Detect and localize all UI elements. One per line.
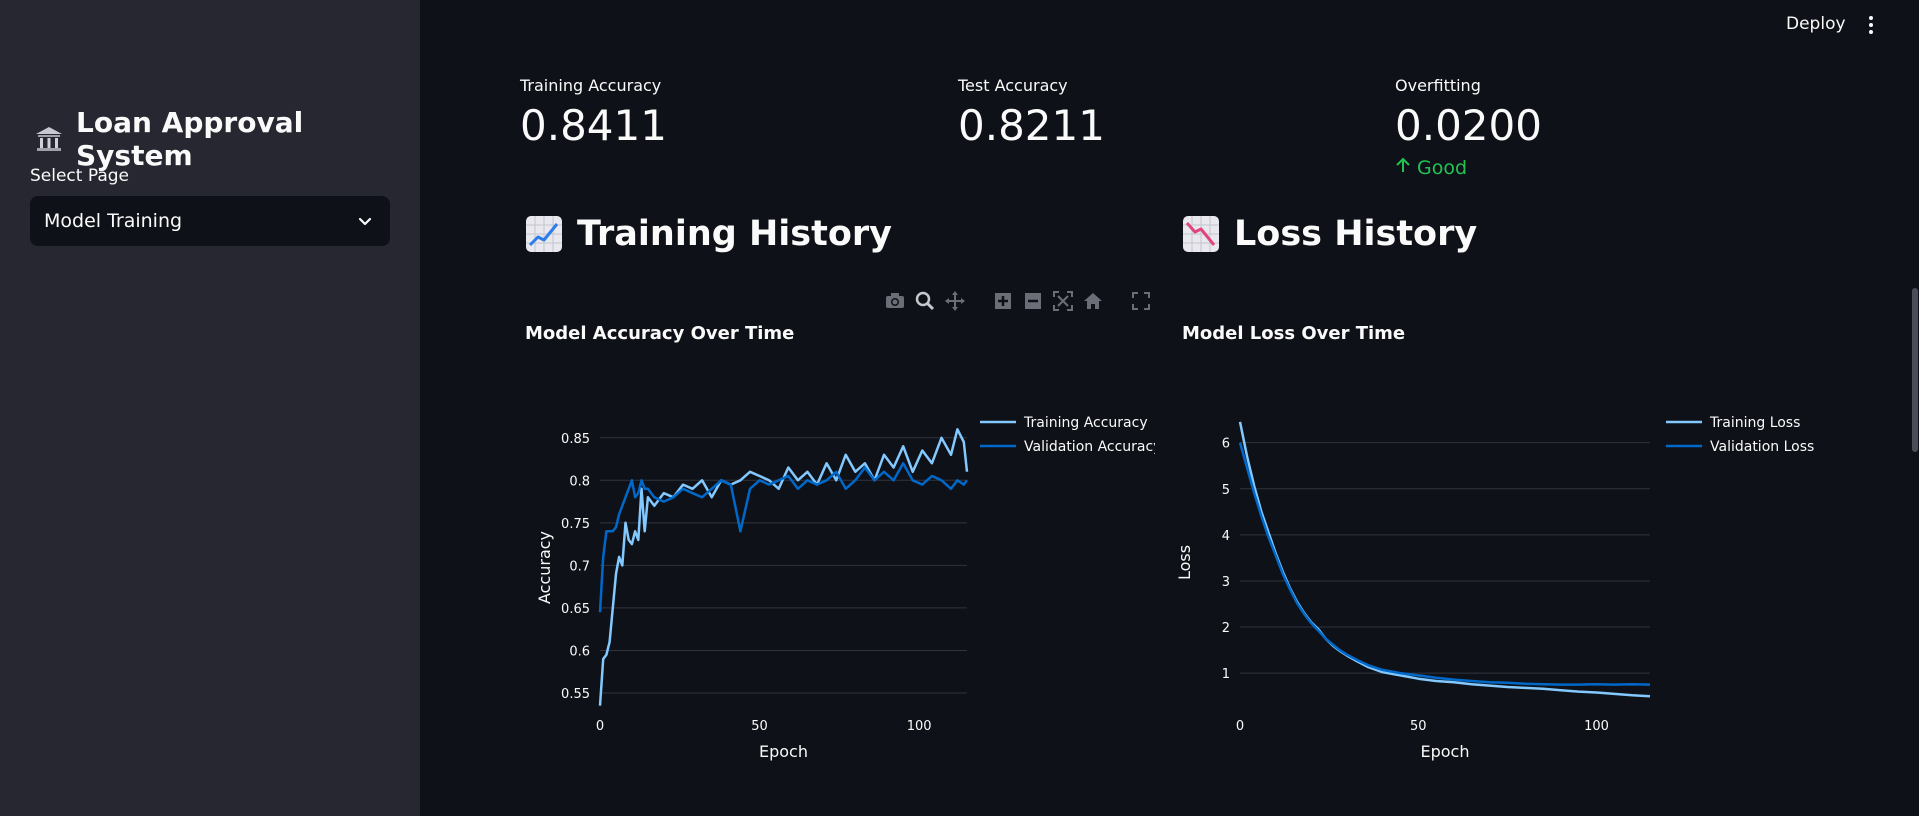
select-page-label: Select Page <box>30 166 130 186</box>
y-axis-label: Accuracy <box>535 531 554 604</box>
zoom-out-icon[interactable] <box>1022 290 1044 312</box>
chart-modebar <box>884 290 1152 312</box>
metric-training-accuracy: Training Accuracy 0.8411 <box>520 76 667 150</box>
series-line <box>1238 442 1651 686</box>
zoom-icon[interactable] <box>914 290 936 312</box>
legend-label: Validation Accuracy <box>1024 439 1155 455</box>
y-tick-label: 5 <box>1222 483 1230 498</box>
y-axis-label: Loss <box>1175 545 1194 580</box>
chart-decreasing-icon <box>1182 215 1220 253</box>
arrow-up-icon <box>1395 156 1411 179</box>
y-tick-label: 0.75 <box>561 517 590 532</box>
y-tick-label: 2 <box>1222 621 1230 636</box>
metric-label: Training Accuracy <box>520 76 662 95</box>
series-line <box>598 428 969 706</box>
pan-icon[interactable] <box>944 290 966 312</box>
series-line <box>1238 421 1651 698</box>
y-tick-label: 0.55 <box>561 687 590 702</box>
metric-label: Test Accuracy <box>958 76 1068 95</box>
y-tick-label: 0.85 <box>561 432 590 447</box>
scrollbar[interactable] <box>1912 288 1918 452</box>
y-tick-label: 0.65 <box>561 602 590 617</box>
app-title: Loan Approval System <box>34 106 420 172</box>
loss-chart[interactable]: 1 2 3 4 5 6 0 50 100 Epoch Loss Training Loss Valida… <box>1172 395 1872 810</box>
bank-icon <box>34 124 64 154</box>
autoscale-icon[interactable] <box>1052 290 1074 312</box>
y-tick-label: 6 <box>1222 437 1230 452</box>
y-tick-label: 0.7 <box>569 559 590 574</box>
metric-value: 0.0200 <box>1395 101 1542 150</box>
y-tick-label: 0.6 <box>569 644 590 659</box>
y-tick-label: 0.8 <box>569 474 590 489</box>
loss-chart-title: Model Loss Over Time <box>1182 323 1406 344</box>
chart-increasing-icon <box>525 215 563 253</box>
x-tick-label: 50 <box>751 719 768 734</box>
y-tick-label: 4 <box>1222 529 1230 544</box>
legend-label: Validation Loss <box>1710 439 1814 455</box>
fullscreen-icon[interactable] <box>1130 290 1152 312</box>
metric-label: Overfitting <box>1395 76 1481 95</box>
metric-delta: Good <box>1395 156 1542 179</box>
legend-label: Training Loss <box>1709 415 1800 431</box>
x-tick-label: 100 <box>907 719 932 734</box>
metric-test-accuracy: Test Accuracy 0.8211 <box>958 76 1105 150</box>
metric-value: 0.8411 <box>520 101 667 150</box>
metric-value: 0.8211 <box>958 101 1105 150</box>
zoom-in-icon[interactable] <box>992 290 1014 312</box>
chevron-down-icon <box>356 212 374 230</box>
series-line <box>598 462 969 613</box>
x-tick-label: 50 <box>1410 719 1427 734</box>
kebab-menu-icon[interactable] <box>1864 14 1878 36</box>
accuracy-chart[interactable]: 0.55 0.6 0.65 0.7 0.75 0.8 0.85 0 50 100 Epoch Accu… <box>515 395 1155 810</box>
x-tick-label: 0 <box>1236 719 1244 734</box>
metric-overfitting: Overfitting 0.0200 Good <box>1395 76 1542 179</box>
x-axis-label: Epoch <box>1421 742 1470 761</box>
page-select-value: Model Training <box>44 210 183 232</box>
camera-icon[interactable] <box>884 290 906 312</box>
deploy-button[interactable]: Deploy <box>1786 14 1846 34</box>
x-tick-label: 0 <box>596 719 604 734</box>
accuracy-chart-title: Model Accuracy Over Time <box>525 323 795 344</box>
training-history-heading: Training History <box>525 214 892 254</box>
y-tick-label: 1 <box>1222 667 1230 682</box>
metric-delta-text: Good <box>1417 156 1468 179</box>
training-history-title: Training History <box>577 214 892 254</box>
reset-home-icon[interactable] <box>1082 290 1104 312</box>
app-title-text: Loan Approval System <box>76 106 304 172</box>
loss-history-heading: Loss History <box>1182 214 1477 254</box>
sidebar: Loan Approval System Select Page Model T… <box>0 0 420 816</box>
x-tick-label: 100 <box>1584 719 1609 734</box>
x-axis-label: Epoch <box>759 742 808 761</box>
y-tick-label: 3 <box>1222 575 1230 590</box>
legend-label: Training Accuracy <box>1023 415 1148 431</box>
page-select[interactable]: Model Training <box>30 196 390 246</box>
loss-history-title: Loss History <box>1234 214 1478 254</box>
